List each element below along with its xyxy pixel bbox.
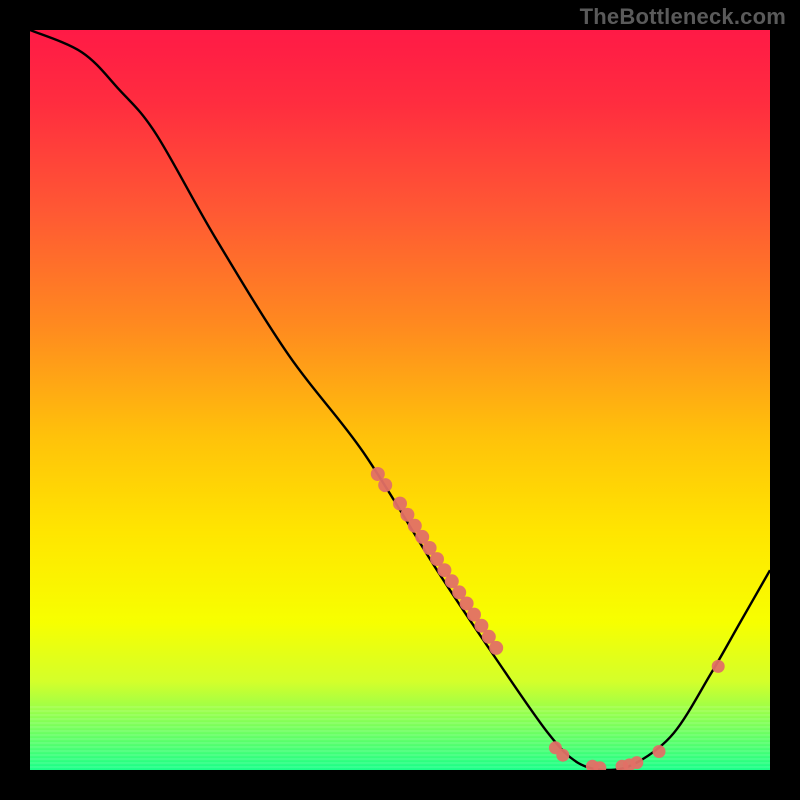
chart-frame <box>30 30 770 770</box>
chart-background <box>30 30 770 770</box>
points-right <box>712 660 725 673</box>
chart-svg <box>30 30 770 770</box>
watermark-text: TheBottleneck.com <box>580 4 786 30</box>
